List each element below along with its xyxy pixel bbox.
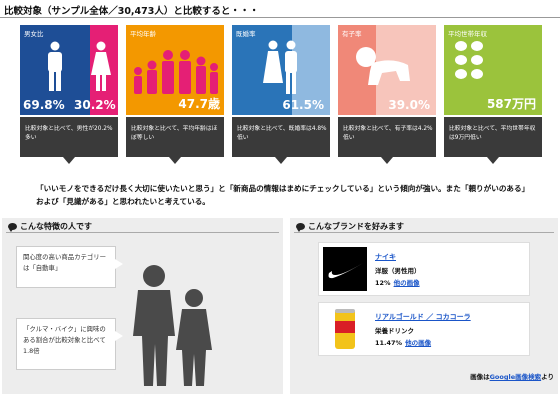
section-divider [294, 232, 554, 233]
callout-interest: 「クルマ・バイク」に興味のある割合が比較対象と比べて1.8倍 [16, 318, 123, 370]
brands-panel: こんなブランドを好みます ナイキ 洋服（男性用） 12% 他の画像 リアルゴールド… [290, 218, 558, 394]
page-title: 比較対象（サンプル全体／30,473人）と比較すると・・・ [4, 6, 259, 17]
features-heading-text: こんな特徴の人です [20, 222, 92, 231]
drink-can-icon [335, 309, 355, 349]
tile-label: 有子率 [342, 30, 362, 38]
couple-icon [263, 40, 297, 94]
child-rate-value: 39.0% [388, 98, 430, 112]
female-ratio-value: 30.2% [74, 98, 116, 112]
brand-name-link[interactable]: リアルゴールド ／ コカコーラ [375, 312, 471, 322]
note-arrow [275, 157, 287, 164]
note-text: 比較対象と比べて、既婚率は4.8%低い [237, 126, 327, 141]
note-arrow [381, 157, 393, 164]
note-child-rate: 比較対象と比べて、有子率は4.2%低い [338, 117, 436, 164]
note-text: 比較対象と比べて、平均世帯年収は9万円低い [449, 126, 536, 141]
marriage-rate-value: 61.5% [282, 98, 324, 112]
brand-percent: 11.47% [375, 339, 403, 347]
tile-household-income: 平均世帯年収 587万円 [444, 25, 542, 115]
brand-card-nike: ナイキ 洋服（男性用） 12% 他の画像 [318, 242, 530, 296]
average-age-value: 47.7歳 [178, 97, 220, 111]
crawling-baby-icon [356, 47, 410, 85]
tile-label: 平均年齢 [130, 30, 156, 38]
brand-category: 洋服（男性用） [375, 267, 421, 275]
brand-name-link[interactable]: ナイキ [375, 252, 396, 262]
brands-heading-text: こんなブランドを好みます [308, 222, 404, 231]
note-text: 比較対象と比べて、平均年齢はほぼ等しい [131, 126, 218, 141]
male-ratio-value: 69.8% [23, 98, 65, 112]
note-average-age: 比較対象と比べて、平均年齢はほぼ等しい [126, 117, 224, 164]
callout-category: 関心度の高い商品カテゴリーは「自動車」 [16, 246, 123, 288]
summary-text: 「いいモノをできるだけ長く大切に使いたいと思う」と「新商品の情報はまめにチェック… [36, 184, 530, 206]
tile-label: 既婚率 [236, 30, 256, 38]
coins-icon [455, 41, 483, 79]
title-divider [0, 17, 560, 18]
section-divider [6, 232, 279, 233]
tile-average-age: 平均年齢 47.7歳 [126, 25, 224, 115]
note-gender-ratio: 比較対象と比べて、男性が20.2%多い [20, 117, 118, 164]
female-icon [91, 41, 111, 91]
note-marriage-rate: 比較対象と比べて、既婚率は4.8%低い [232, 117, 330, 164]
male-icon [48, 41, 62, 91]
credit-suffix: より [541, 373, 554, 381]
brand-percent: 12% [375, 279, 391, 287]
features-panel: こんな特徴の人です 関心度の高い商品カテゴリーは「自動車」 「クルマ・バイク」に… [2, 218, 283, 394]
tile-marriage-rate: 既婚率 61.5% [232, 25, 330, 115]
brand-percent-row: 12% 他の画像 [375, 277, 420, 287]
tile-gender-ratio: 男女比 69.8% 30.2% [20, 25, 118, 115]
more-images-link[interactable]: 他の画像 [394, 279, 420, 287]
brands-heading: こんなブランドを好みます [296, 221, 404, 232]
tile-child-rate: 有子率 39.0% [338, 25, 436, 115]
image-credit: 画像はGoogle画像検索より [470, 371, 554, 381]
nike-logo-image [323, 247, 367, 291]
person-silhouettes-image [133, 265, 212, 386]
speech-bubble-icon [296, 223, 305, 232]
brand-percent-row: 11.47% 他の画像 [375, 337, 431, 347]
note-household-income: 比較対象と比べて、平均世帯年収は9万円低い [444, 117, 542, 164]
realgold-can-image [323, 307, 367, 351]
callout-text: 「クルマ・バイク」に興味のある割合が比較対象と比べて1.8倍 [23, 325, 106, 355]
note-text: 比較対象と比べて、有子率は4.2%低い [343, 126, 433, 141]
household-income-value: 587万円 [486, 97, 536, 111]
callout-text: 関心度の高い商品カテゴリーは「自動車」 [23, 253, 107, 272]
note-arrow [63, 157, 75, 164]
note-text: 比較対象と比べて、男性が20.2%多い [25, 126, 113, 141]
swoosh-icon [328, 263, 363, 279]
google-image-search-link[interactable]: Google画像検索 [490, 373, 542, 381]
speech-bubble-icon [8, 223, 17, 232]
brand-category: 栄養ドリンク [375, 327, 414, 335]
more-images-link[interactable]: 他の画像 [405, 339, 431, 347]
note-arrow [487, 157, 499, 164]
brand-card-realgold: リアルゴールド ／ コカコーラ 栄養ドリンク 11.47% 他の画像 [318, 302, 530, 356]
family-icon [134, 50, 218, 94]
tile-label: 平均世帯年収 [448, 30, 487, 38]
note-arrow [169, 157, 181, 164]
features-heading: こんな特徴の人です [8, 221, 92, 232]
tile-label: 男女比 [24, 30, 44, 38]
credit-prefix: 画像は [470, 373, 490, 381]
